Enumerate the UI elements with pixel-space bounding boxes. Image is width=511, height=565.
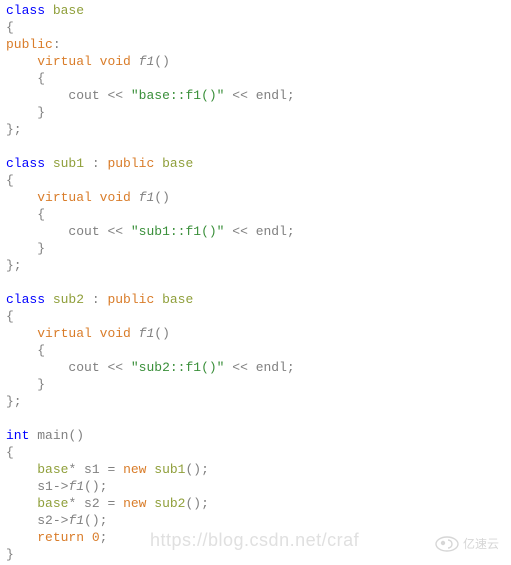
fn-f1: f1 bbox=[68, 513, 84, 528]
keyword-void: void bbox=[100, 326, 131, 341]
type-base: base bbox=[53, 3, 84, 18]
fn-f1: f1 bbox=[139, 190, 155, 205]
id-cout: cout bbox=[68, 88, 99, 103]
type-base: base bbox=[37, 462, 68, 477]
type-sub2: sub2 bbox=[53, 292, 84, 307]
keyword-void: void bbox=[100, 190, 131, 205]
fn-f1: f1 bbox=[68, 479, 84, 494]
keyword-return: return bbox=[37, 530, 84, 545]
id-cout: cout bbox=[68, 224, 99, 239]
id-endl: endl bbox=[256, 224, 287, 239]
keyword-class: class bbox=[6, 292, 45, 307]
keyword-public: public bbox=[107, 292, 154, 307]
keyword-int: int bbox=[6, 428, 29, 443]
var-s1: s1 bbox=[84, 462, 100, 477]
fn-f1: f1 bbox=[139, 54, 155, 69]
string-literal: "base::f1()" bbox=[131, 88, 225, 103]
keyword-class: class bbox=[6, 3, 45, 18]
keyword-void: void bbox=[100, 54, 131, 69]
type-sub1: sub1 bbox=[154, 462, 185, 477]
keyword-public: public bbox=[107, 156, 154, 171]
fn-main: main bbox=[37, 428, 68, 443]
keyword-virtual: virtual bbox=[37, 54, 92, 69]
var-s2: s2 bbox=[84, 496, 100, 511]
string-literal: "sub1::f1()" bbox=[131, 224, 225, 239]
keyword-public: public bbox=[6, 37, 53, 52]
keyword-virtual: virtual bbox=[37, 326, 92, 341]
string-literal: "sub2::f1()" bbox=[131, 360, 225, 375]
type-sub2: sub2 bbox=[154, 496, 185, 511]
type-base: base bbox=[162, 156, 193, 171]
id-endl: endl bbox=[256, 88, 287, 103]
type-sub1: sub1 bbox=[53, 156, 84, 171]
id-endl: endl bbox=[256, 360, 287, 375]
keyword-virtual: virtual bbox=[37, 190, 92, 205]
type-base: base bbox=[37, 496, 68, 511]
fn-f1: f1 bbox=[139, 326, 155, 341]
id-cout: cout bbox=[68, 360, 99, 375]
keyword-new: new bbox=[123, 496, 146, 511]
code-block: class base { public: virtual void f1() {… bbox=[6, 2, 505, 563]
keyword-new: new bbox=[123, 462, 146, 477]
keyword-class: class bbox=[6, 156, 45, 171]
var-s2: s2 bbox=[37, 513, 53, 528]
number-zero: 0 bbox=[92, 530, 100, 545]
type-base: base bbox=[162, 292, 193, 307]
var-s1: s1 bbox=[37, 479, 53, 494]
